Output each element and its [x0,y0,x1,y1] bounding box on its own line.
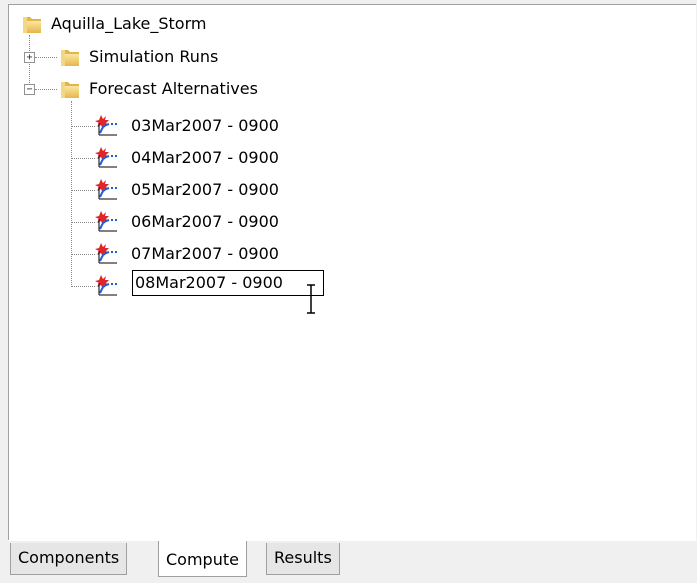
tree-node-label: 03Mar2007 - 0900 [131,116,279,135]
tree-node-label: Forecast Alternatives [89,79,258,98]
tree-connector [71,101,72,287]
tree-connector [71,126,95,127]
tree-node-label: 04Mar2007 - 0900 [131,148,279,167]
folder-icon [59,78,81,100]
tree-node-root[interactable]: Aquilla_Lake_Storm [51,11,206,37]
rename-field[interactable]: 08Mar2007 - 0900 [132,270,324,296]
forecast-alternative-icon [95,273,119,297]
tree-node-label: Aquilla_Lake_Storm [51,14,207,33]
tree-connector [29,35,30,91]
folder-icon [59,46,81,68]
forecast-alternative-icon [95,177,119,201]
tree-node-label: 05Mar2007 - 0900 [131,180,279,199]
tree-connector [71,158,95,159]
watershed-tree[interactable]: Aquilla_Lake_Storm + Simulation Runs − F… [8,4,696,540]
tree-connector [35,89,57,90]
forecast-alternative-icon [95,113,119,137]
tab-results[interactable]: Results [266,543,340,575]
tab-components[interactable]: Components [10,543,128,575]
tab-bar: Components Compute Results [8,540,697,583]
tree-node-label: 06Mar2007 - 0900 [131,212,279,231]
tree-node-label: Simulation Runs [89,47,219,66]
tree-node-forecast-item[interactable]: 03Mar2007 - 0900 [131,113,279,139]
collapse-button[interactable]: − [24,84,35,95]
tree-connector [71,222,95,223]
tree-node-simulation-runs[interactable]: Simulation Runs [89,44,218,70]
tree-connector [71,190,95,191]
tree-node-forecast-alternatives[interactable]: Forecast Alternatives [89,76,258,102]
tree-node-forecast-item[interactable]: 04Mar2007 - 0900 [131,145,279,171]
tree-node-forecast-item[interactable]: 06Mar2007 - 0900 [131,209,279,235]
tree-node-forecast-item[interactable]: 07Mar2007 - 0900 [131,241,279,267]
tree-connector [71,286,95,287]
forecast-alternative-icon [95,145,119,169]
folder-icon [21,13,43,35]
forecast-alternative-icon [95,209,119,233]
text-cursor-icon [307,284,315,314]
expand-button[interactable]: + [24,52,35,63]
tab-compute[interactable]: Compute [158,541,247,577]
forecast-alternative-icon [95,241,119,265]
tree-connector [35,57,57,58]
tree-node-forecast-item[interactable]: 05Mar2007 - 0900 [131,177,279,203]
tree-node-label: 07Mar2007 - 0900 [131,244,279,263]
tree-connector [71,254,95,255]
